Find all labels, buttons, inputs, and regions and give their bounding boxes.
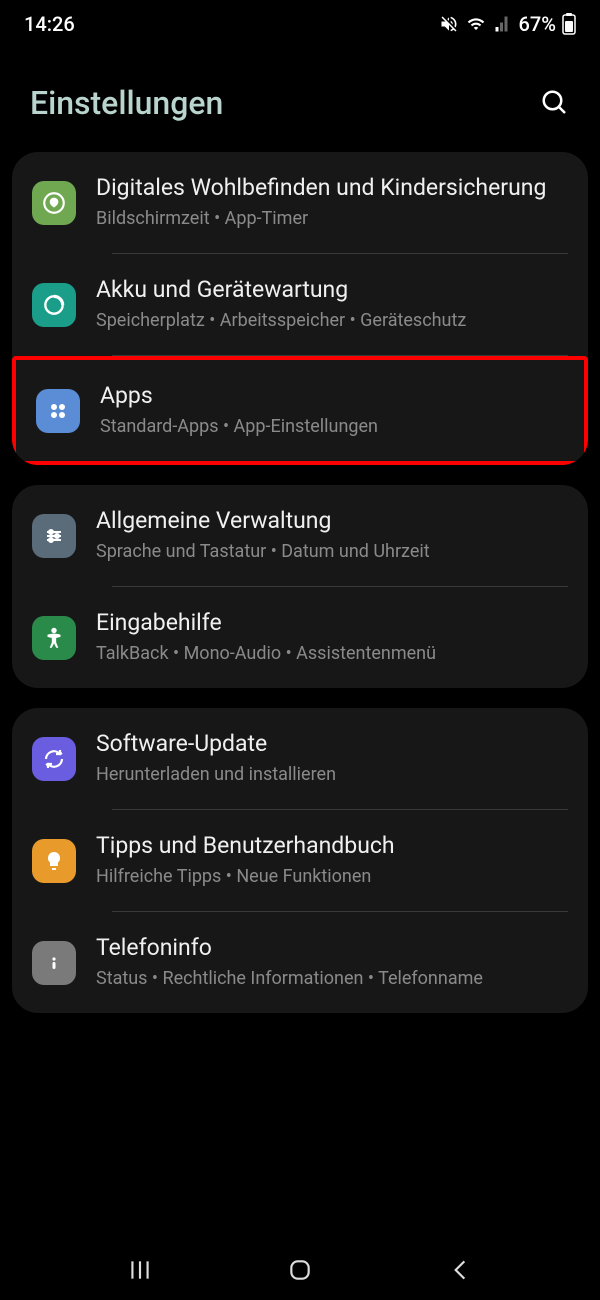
wellbeing-icon [32, 181, 76, 225]
recents-button[interactable] [127, 1257, 153, 1283]
battery-percent: 67% [519, 12, 556, 36]
page-title: Einstellungen [30, 84, 223, 122]
item-title: Eingabehilfe [96, 609, 568, 638]
item-text: Tipps und Benutzerhandbuch Hilfreiche Ti… [96, 832, 568, 889]
search-icon [540, 88, 570, 118]
back-button[interactable] [447, 1257, 473, 1283]
settings-item-battery[interactable]: Akku und Gerätewartung Speicherplatz • A… [12, 254, 588, 355]
battery-icon [562, 13, 576, 35]
recents-icon [127, 1257, 153, 1283]
info-icon [32, 941, 76, 985]
battery-care-icon [32, 283, 76, 327]
item-title: Digitales Wohlbefinden und Kindersicheru… [96, 174, 568, 203]
item-title: Telefoninfo [96, 934, 568, 963]
item-text: Telefoninfo Status • Rechtliche Informat… [96, 934, 568, 991]
settings-group: Allgemeine Verwaltung Sprache und Tastat… [12, 485, 588, 688]
item-text: Akku und Gerätewartung Speicherplatz • A… [96, 276, 568, 333]
apps-icon [36, 389, 80, 433]
item-text: Eingabehilfe TalkBack • Mono-Audio • Ass… [96, 609, 568, 666]
item-subtitle: Bildschirmzeit • App-Timer [96, 207, 568, 231]
item-title: Software-Update [96, 730, 568, 759]
home-icon [287, 1257, 313, 1283]
settings-item-general[interactable]: Allgemeine Verwaltung Sprache und Tastat… [12, 485, 588, 586]
settings-item-phone-info[interactable]: Telefoninfo Status • Rechtliche Informat… [12, 912, 588, 1013]
settings-item-apps[interactable]: Apps Standard-Apps • App-Einstellungen [12, 356, 588, 465]
status-indicators: 67% [439, 12, 576, 36]
item-subtitle: Herunterladen und installieren [96, 763, 568, 787]
item-subtitle: TalkBack • Mono-Audio • Assistentenmenü [96, 642, 568, 666]
item-subtitle: Speicherplatz • Arbeitsspeicher • Geräte… [96, 309, 568, 333]
general-icon [32, 514, 76, 558]
settings-item-tips[interactable]: Tipps und Benutzerhandbuch Hilfreiche Ti… [12, 810, 588, 911]
settings-item-update[interactable]: Software-Update Herunterladen und instal… [12, 708, 588, 809]
item-subtitle: Sprache und Tastatur • Datum und Uhrzeit [96, 540, 568, 564]
settings-item-wellbeing[interactable]: Digitales Wohlbefinden und Kindersicheru… [12, 152, 588, 253]
settings-item-accessibility[interactable]: Eingabehilfe TalkBack • Mono-Audio • Ass… [12, 587, 588, 688]
item-subtitle: Hilfreiche Tipps • Neue Funktionen [96, 865, 568, 889]
item-title: Allgemeine Verwaltung [96, 507, 568, 536]
item-text: Apps Standard-Apps • App-Einstellungen [100, 382, 564, 439]
back-icon [447, 1257, 473, 1283]
item-title: Apps [100, 382, 564, 411]
item-title: Akku und Gerätewartung [96, 276, 568, 305]
wifi-icon [465, 15, 487, 33]
item-text: Digitales Wohlbefinden und Kindersicheru… [96, 174, 568, 231]
status-bar: 14:26 67% [0, 0, 600, 44]
mute-icon [439, 14, 459, 34]
header: Einstellungen [0, 44, 600, 152]
accessibility-icon [32, 616, 76, 660]
search-button[interactable] [540, 88, 570, 118]
tips-icon [32, 839, 76, 883]
clock: 14:26 [24, 12, 75, 36]
settings-group: Software-Update Herunterladen und instal… [12, 708, 588, 1013]
item-subtitle: Status • Rechtliche Informationen • Tele… [96, 967, 568, 991]
signal-icon [493, 15, 513, 33]
item-text: Allgemeine Verwaltung Sprache und Tastat… [96, 507, 568, 564]
update-icon [32, 737, 76, 781]
item-subtitle: Standard-Apps • App-Einstellungen [100, 415, 564, 439]
home-button[interactable] [287, 1257, 313, 1283]
item-title: Tipps und Benutzerhandbuch [96, 832, 568, 861]
settings-group: Digitales Wohlbefinden und Kindersicheru… [12, 152, 588, 465]
item-text: Software-Update Herunterladen und instal… [96, 730, 568, 787]
navigation-bar [0, 1240, 600, 1300]
